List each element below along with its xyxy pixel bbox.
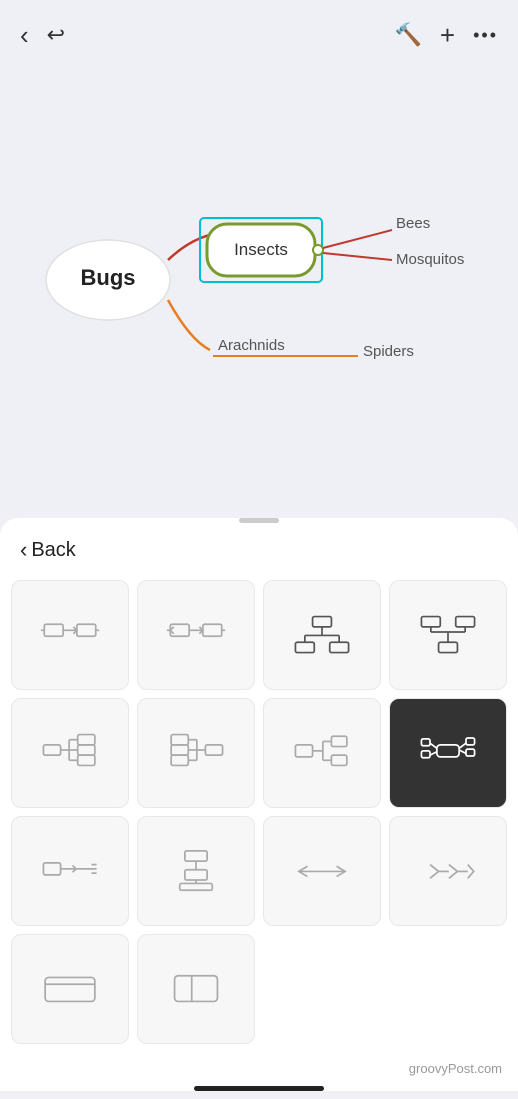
shape-option-11[interactable] — [263, 816, 381, 926]
shapes-grid — [0, 573, 518, 1055]
home-indicator — [194, 1086, 324, 1091]
add-button[interactable]: + — [440, 20, 455, 51]
back-label: Back — [31, 539, 75, 562]
shape-option-8[interactable] — [389, 698, 507, 808]
app-header: ‹ ↩ 🔨 + ••• — [0, 0, 518, 70]
header-right: 🔨 + ••• — [395, 20, 499, 51]
panel-header: ‹ Back — [0, 523, 518, 573]
shape-option-14[interactable] — [137, 934, 255, 1044]
watermark: groovyPost.com — [0, 1055, 518, 1086]
back-chevron-icon: ‹ — [20, 537, 27, 563]
undo-button[interactable]: ↩ — [47, 22, 65, 48]
shape-option-3[interactable] — [263, 580, 381, 690]
shape-option-10[interactable] — [137, 816, 255, 926]
mindmap-canvas: ‹ ↩ 🔨 + ••• Bugs Insects — [0, 0, 518, 510]
svg-text:Bugs: Bugs — [81, 265, 136, 290]
mindmap-diagram: Bugs Insects Bees Mosquitos Arachnids — [0, 60, 518, 510]
shape-option-6[interactable] — [137, 698, 255, 808]
shape-option-4[interactable] — [389, 580, 507, 690]
insects-label: Insects — [234, 240, 288, 259]
svg-text:Bees: Bees — [396, 215, 430, 232]
shape-option-5[interactable] — [11, 698, 129, 808]
watermark-text: groovyPost.com — [409, 1061, 502, 1076]
shape-option-2[interactable] — [137, 580, 255, 690]
shape-option-7[interactable] — [263, 698, 381, 808]
shape-panel: ‹ Back — [0, 518, 518, 1091]
shape-option-12[interactable] — [389, 816, 507, 926]
svg-text:Arachnids: Arachnids — [218, 337, 285, 354]
hammer-icon[interactable]: 🔨 — [395, 22, 422, 48]
svg-text:Spiders: Spiders — [363, 343, 414, 360]
back-button[interactable]: ‹ Back — [20, 537, 76, 563]
svg-text:Mosquitos: Mosquitos — [396, 251, 464, 268]
shape-option-1[interactable] — [11, 580, 129, 690]
header-left: ‹ ↩ — [20, 20, 65, 51]
shape-option-13[interactable] — [11, 934, 129, 1044]
shape-option-9[interactable] — [11, 816, 129, 926]
more-button[interactable]: ••• — [473, 25, 498, 46]
back-button[interactable]: ‹ — [20, 20, 29, 51]
